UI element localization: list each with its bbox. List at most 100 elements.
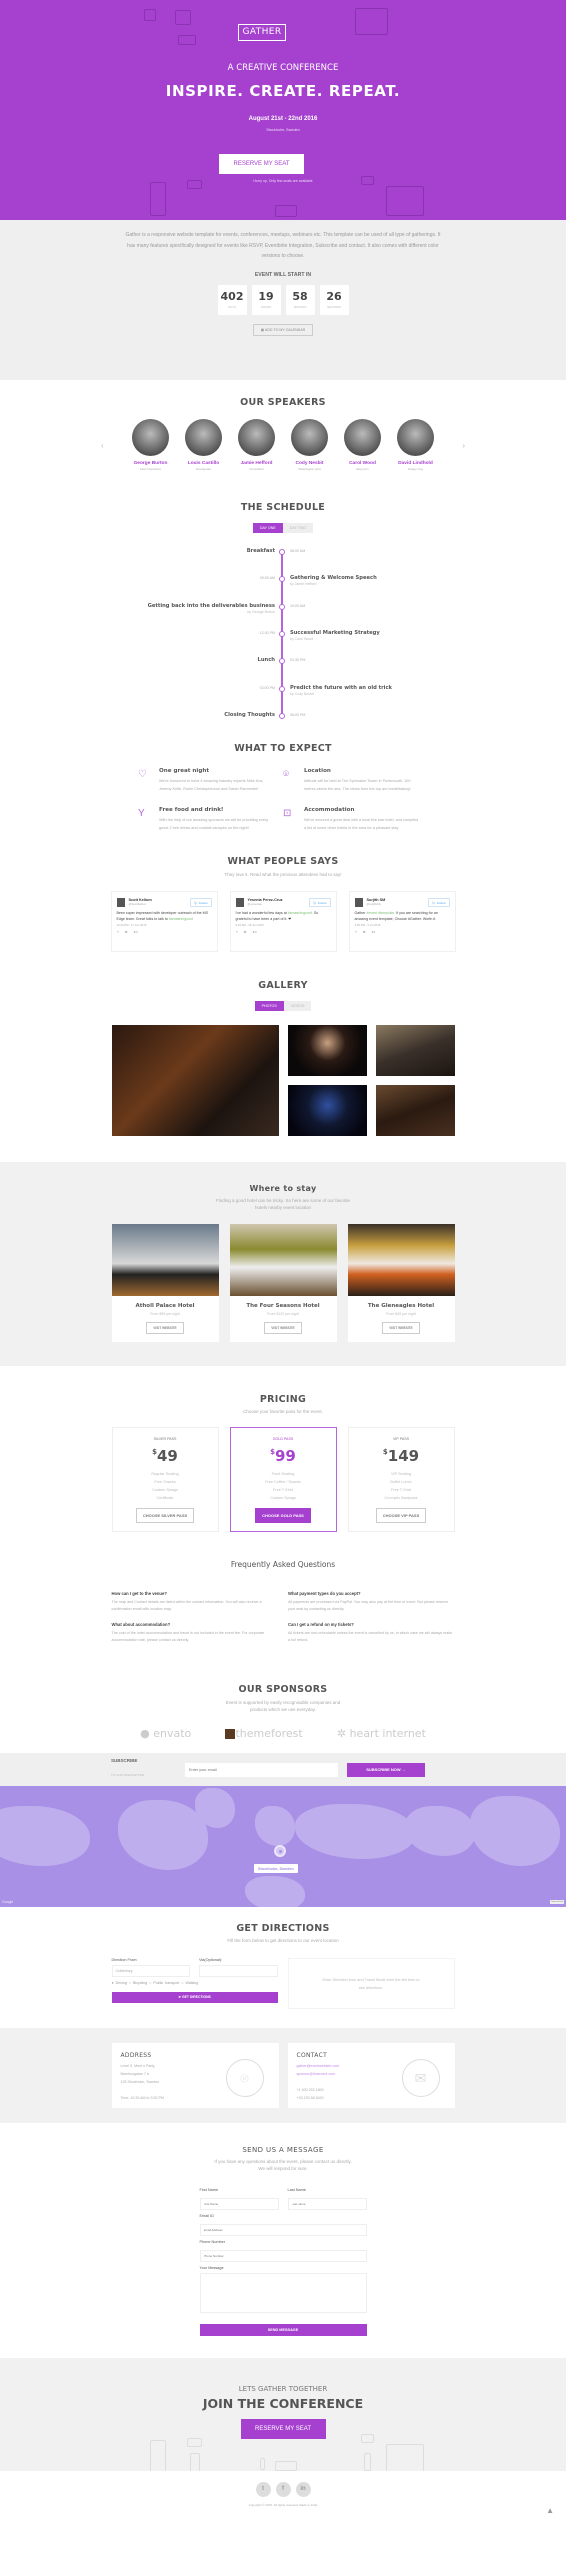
gallery-title: GALLERY: [258, 980, 308, 991]
sponsor-logo-themeforest[interactable]: themeforest: [225, 1727, 303, 1740]
reserve-seat-button[interactable]: RESERVE MY SEAT: [219, 154, 304, 174]
facebook-icon[interactable]: f: [275, 2482, 291, 2497]
envato-leaf-icon: ●: [140, 1727, 154, 1740]
sponsor-logo-heart-internet[interactable]: ✲ heart internet: [337, 1727, 426, 1740]
faq-question: What about accommodation?: [111, 1622, 171, 1627]
speaker-name[interactable]: Louis Castillo: [185, 461, 222, 466]
tweet-handle[interactable]: @ScottKellum: [129, 902, 152, 906]
gallery-photo[interactable]: [375, 1025, 455, 1076]
tweet-hashtag[interactable]: #event #template: [367, 911, 395, 915]
send-message-button[interactable]: SEND MESSAGE: [199, 2324, 367, 2336]
retweet-icon[interactable]: ⇄: [125, 930, 128, 934]
tab-photos[interactable]: PHOTOS: [254, 1001, 284, 1011]
subscribe-title: SUBSCRIBE: [111, 1758, 138, 1763]
visit-website-button[interactable]: VISIT WEBSITE: [146, 1322, 184, 1334]
map-marker-icon[interactable]: [274, 1845, 286, 1857]
visit-website-button[interactable]: VISIT WEBSITE: [382, 1322, 420, 1334]
retweet-icon[interactable]: ⇄: [363, 930, 366, 934]
reply-icon[interactable]: ↰: [355, 930, 358, 934]
message-label: Your Message: [199, 2266, 224, 2270]
tab-day-one[interactable]: DAY ONE: [252, 523, 283, 533]
follow-button[interactable]: 🐦︎ Follow: [190, 898, 212, 907]
hotel-card: Atholl Palace Hotel From $90 per night VIS…: [111, 1224, 219, 1342]
speakers-carousel: ‹ George Burton Flow Interactive Louis Ca…: [98, 419, 468, 471]
last-name-input[interactable]: [287, 2198, 367, 2210]
linkedin-icon[interactable]: in: [295, 2482, 311, 2497]
reply-icon[interactable]: ↰: [117, 930, 120, 934]
speaker-card[interactable]: Carol Wood Etsy.com: [344, 419, 381, 471]
gallery-photo[interactable]: [375, 1085, 455, 1136]
phone-input[interactable]: [199, 2250, 367, 2262]
first-name-input[interactable]: [199, 2198, 279, 2210]
sponsor-logo-envato[interactable]: ● envato: [140, 1727, 191, 1740]
visit-website-button[interactable]: VISIT WEBSITE: [264, 1322, 302, 1334]
email-input[interactable]: [199, 2224, 367, 2236]
radio-label: Public transport: [153, 1981, 180, 1985]
speaker-card[interactable]: Louis Castillo Foursquare: [185, 419, 222, 471]
back-to-top-icon[interactable]: ▲: [546, 2506, 554, 2515]
chevron-left-icon[interactable]: ‹: [101, 441, 104, 450]
radio-walking[interactable]: ○ Walking: [181, 1981, 198, 1985]
plan-features: Front Seating Free Coffee / Snacks Free T-…: [231, 1470, 336, 1502]
get-directions-button[interactable]: ➤ GET DIRECTIONS: [111, 1991, 278, 2003]
faq-item: What about accommodation? The cost of the…: [112, 1622, 279, 1644]
map-terms-link[interactable]: Terms of Use: [550, 1900, 564, 1904]
follow-button[interactable]: 🐦︎ Follow: [309, 898, 331, 907]
event-date: August 21st - 22nd 2016: [248, 116, 318, 122]
speaker-name[interactable]: Cody Nesbit: [291, 461, 328, 466]
retweet-icon[interactable]: ⇄: [244, 930, 247, 934]
via-input[interactable]: [199, 1965, 278, 1977]
tab-videos[interactable]: VIDEOS: [283, 1001, 312, 1011]
directions-title: GET DIRECTIONS: [236, 1923, 330, 1934]
gallery-photo[interactable]: [287, 1025, 367, 1076]
tweet-handle[interactable]: @yeseniaa: [248, 902, 283, 906]
follow-button[interactable]: 🐦︎ Follow: [428, 898, 450, 907]
join-reserve-button[interactable]: RESERVE MY SEAT: [240, 2419, 326, 2439]
choose-plan-button[interactable]: CHOOSE SILVER PASS: [135, 1508, 195, 1523]
subscribe-email-input[interactable]: [185, 1762, 338, 1777]
timeline-dot: [278, 549, 285, 555]
map[interactable]: Stockholm, Sweden Google Terms of Use: [0, 1786, 566, 1907]
speaker-name[interactable]: George Burton: [132, 461, 169, 466]
gallery-photo[interactable]: [287, 1085, 367, 1136]
add-to-calendar-button[interactable]: ▦ ADD TO MY CALENDAR: [252, 323, 314, 336]
twitter-icon[interactable]: t: [255, 2482, 271, 2497]
email-link[interactable]: sponsor@thisevent.com: [297, 2072, 336, 2076]
tweet-date[interactable]: 4:06 PM - 3 Jul 2015: [355, 923, 450, 927]
choose-plan-button[interactable]: CHOOSE GOLD PASS: [255, 1508, 311, 1523]
schedule-time: 09:00 AM: [259, 576, 275, 581]
logo[interactable]: GATHER: [238, 24, 286, 41]
subscribe-button[interactable]: SUBSCRIBE NOW →: [347, 1762, 425, 1777]
speaker-name[interactable]: David Lindhold: [397, 461, 434, 466]
tweet-handle[interactable]: @surjithctly: [367, 902, 386, 906]
map-landmass: [255, 1806, 295, 1846]
chevron-right-icon[interactable]: ›: [462, 441, 465, 450]
tab-day-two[interactable]: DAY TWO: [282, 523, 314, 533]
radio-public-transport[interactable]: ○ Public transport: [149, 1981, 179, 1985]
event-location: Stockholm, Sweden: [266, 128, 300, 132]
tablet-illustration: [150, 182, 166, 216]
tweet-date[interactable]: 10:43 PM - 17 Jun 2015: [117, 923, 212, 927]
email-link[interactable]: gather@eventwebsite.com: [297, 2064, 340, 2068]
radio-driving[interactable]: ● Driving: [112, 1981, 127, 1985]
speaker-card[interactable]: George Burton Flow Interactive: [132, 419, 169, 471]
tweet-card: Surjith SM @surjithctly 🐦︎ Follow Gather …: [348, 891, 456, 952]
speaker-name[interactable]: Jamie Hefford: [238, 461, 275, 466]
hotel-name: The Gleneagles Hotel: [367, 1303, 435, 1309]
speaker-name[interactable]: Carol Wood: [344, 461, 381, 466]
direction-from-input[interactable]: Gothenburg: [111, 1965, 190, 1977]
speaker-card[interactable]: David Lindhold Happy Cog: [397, 419, 434, 471]
speaker-card[interactable]: Cody Nesbit Washington post: [291, 419, 328, 471]
schedule-speaker: by George Burton: [247, 609, 275, 614]
message-textarea[interactable]: [199, 2273, 367, 2313]
reply-icon[interactable]: ↰: [236, 930, 239, 934]
tweet-hashtag[interactable]: #smashingconf: [169, 917, 193, 921]
tweet-hashtag[interactable]: #smashingconf: [288, 911, 312, 915]
speaker-card[interactable]: Jamie Hefford Consultant: [238, 419, 275, 471]
tweet-date[interactable]: 5:43 AM - 18 Jun 2015: [236, 923, 331, 927]
google-attribution[interactable]: Google: [2, 1900, 13, 1904]
gallery-photo[interactable]: [111, 1025, 279, 1136]
hotel-price: From $90 per night: [150, 1312, 180, 1316]
choose-plan-button[interactable]: CHOOSE VIP PASS: [375, 1508, 427, 1523]
radio-bicycling[interactable]: ○ Bicycling: [129, 1981, 147, 1985]
